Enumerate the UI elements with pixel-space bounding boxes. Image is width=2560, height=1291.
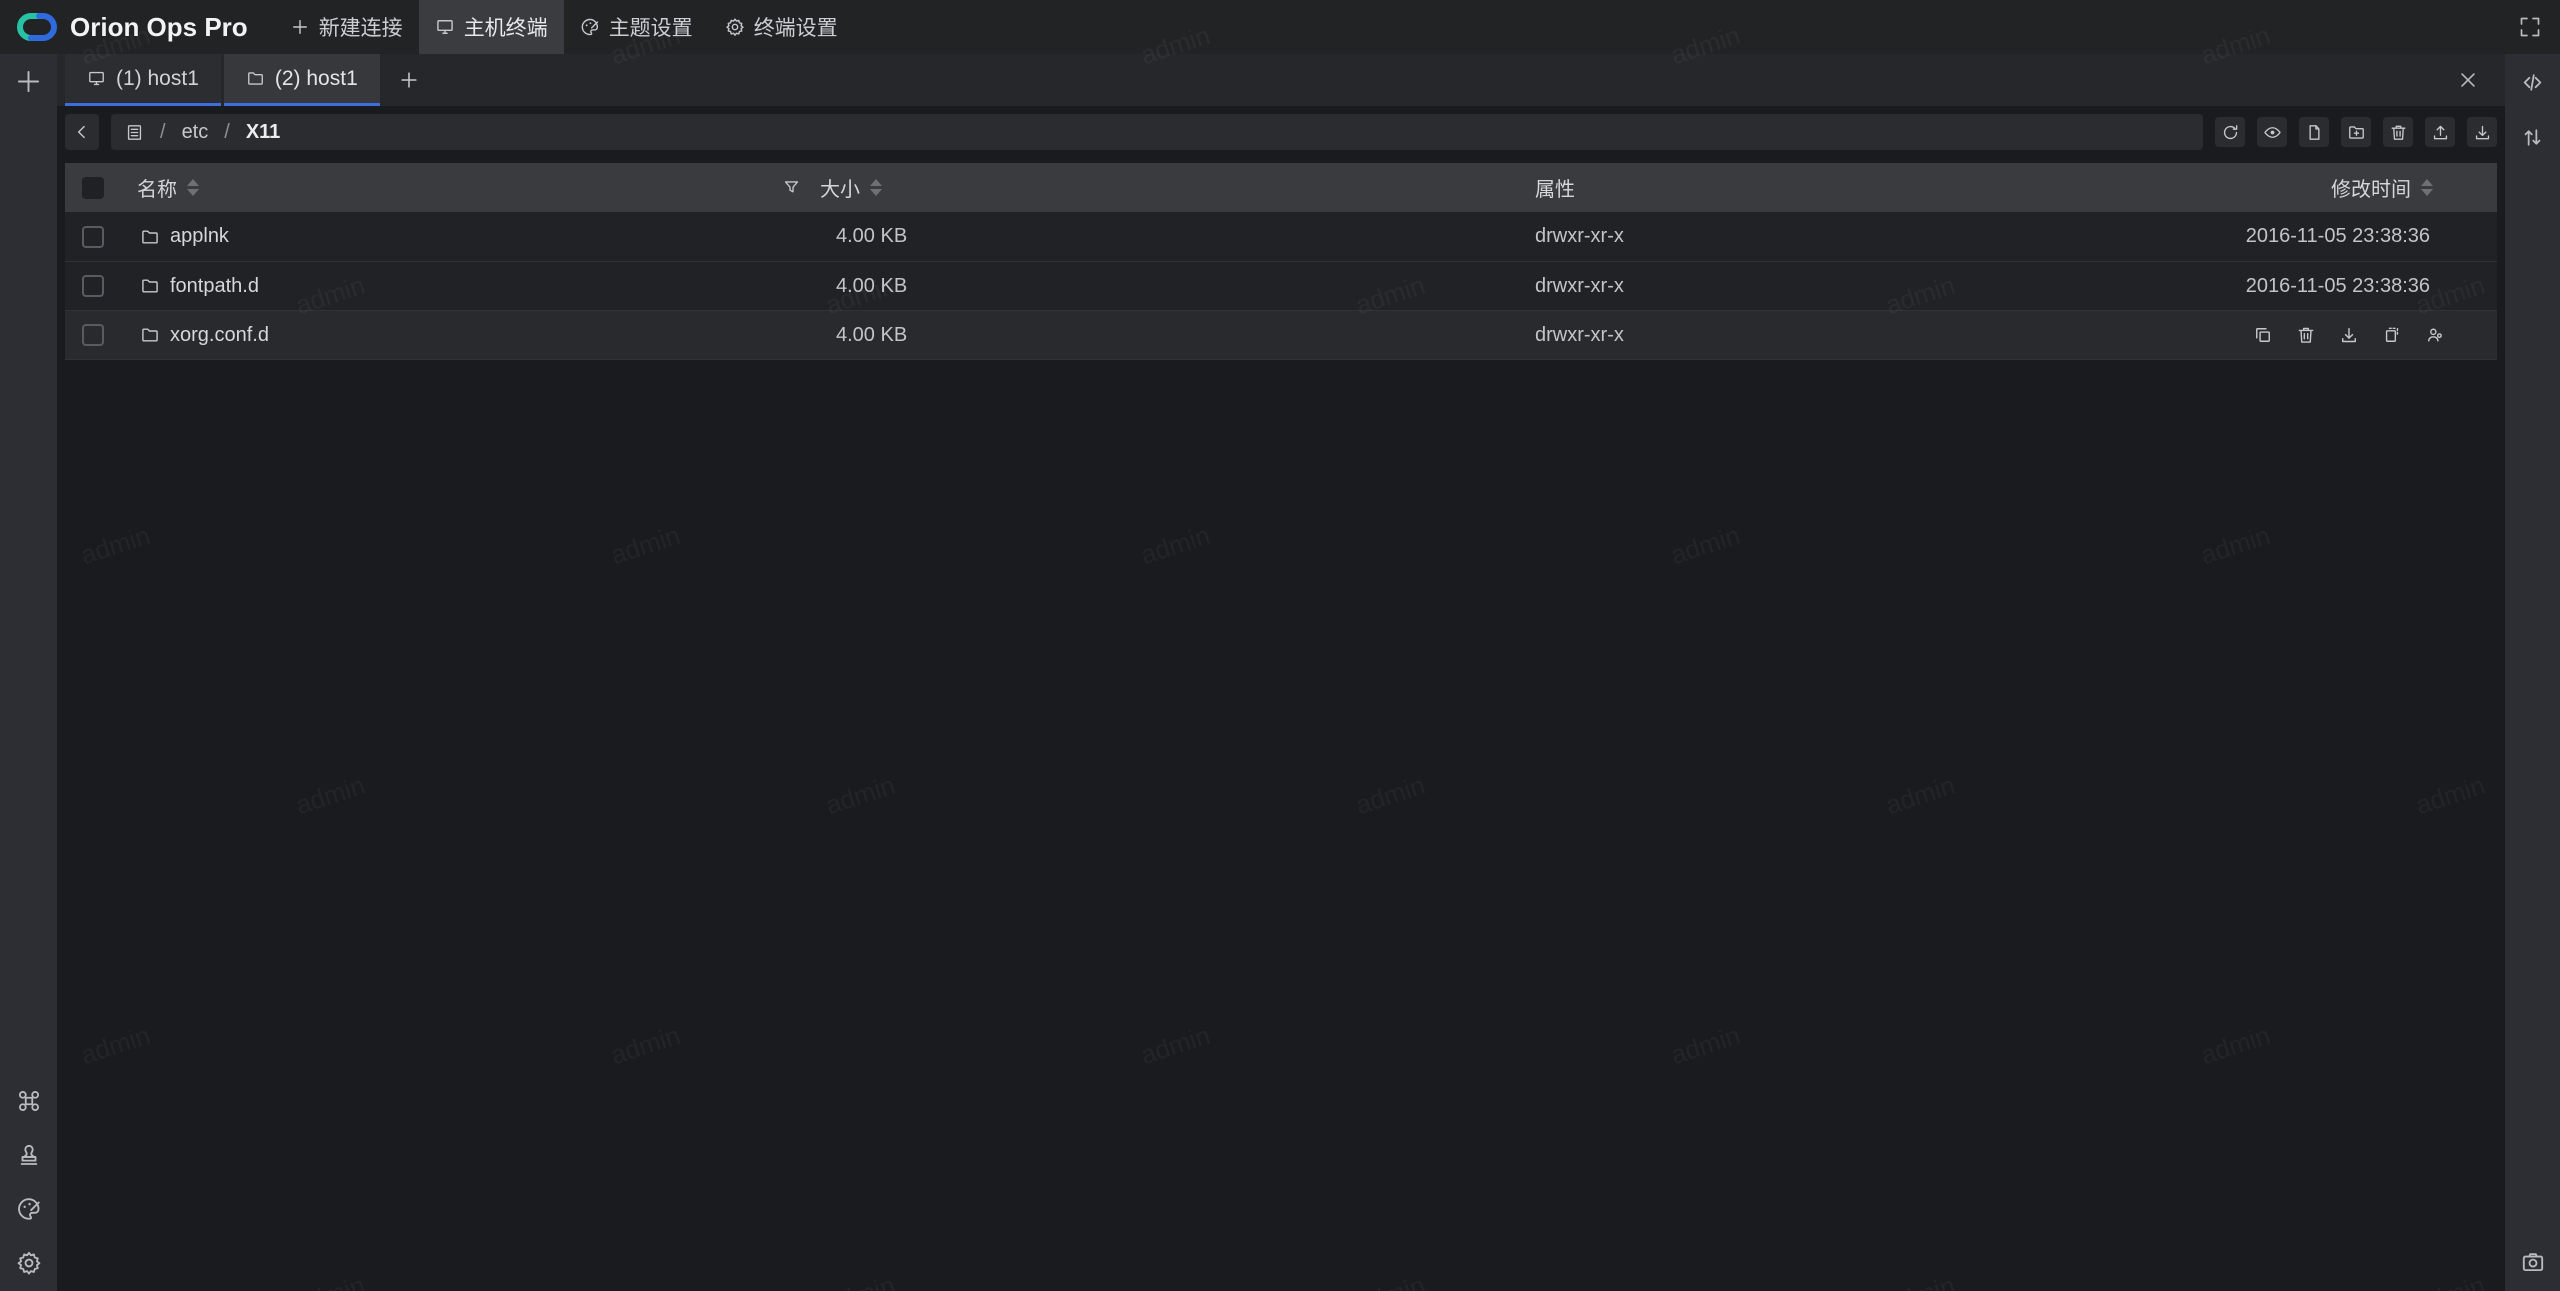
brand: Orion Ops Pro <box>0 0 274 54</box>
breadcrumb-separator: / <box>160 121 166 144</box>
file-name[interactable]: applnk <box>170 225 229 248</box>
column-header-attr: 属性 <box>1535 173 1575 202</box>
list-icon <box>125 123 144 142</box>
menu-item-label: 终端设置 <box>754 12 838 42</box>
add-session-icon[interactable] <box>15 68 42 95</box>
file-table: 名称 大小 属性 修改时间 <box>65 163 2497 360</box>
fullscreen-icon[interactable] <box>2518 15 2542 39</box>
new-folder-button[interactable] <box>2341 117 2371 147</box>
upload-button[interactable] <box>2425 117 2455 147</box>
tab-terminal-host1[interactable]: (1) host1 <box>65 54 221 106</box>
settings-gear-icon[interactable] <box>16 1250 42 1276</box>
download-button[interactable] <box>2467 117 2497 147</box>
row-actions <box>2253 311 2445 359</box>
menu-item-terminal-settings[interactable]: 终端设置 <box>709 0 854 54</box>
move-copy-icon[interactable] <box>2382 325 2402 345</box>
sort-mtime-icon[interactable] <box>2421 179 2433 196</box>
row-checkbox[interactable] <box>82 324 104 346</box>
breadcrumb-segment-x11[interactable]: X11 <box>246 121 280 144</box>
file-mtime: 2016-11-05 23:38:36 <box>2246 225 2430 248</box>
menu-item-label: 主题设置 <box>609 12 693 42</box>
show-hidden-eye-button[interactable] <box>2257 117 2287 147</box>
session-tabbar: (1) host1 (2) host1 <box>57 54 2505 106</box>
column-header-mtime[interactable]: 修改时间 <box>2331 173 2411 202</box>
file-mtime: 2016-11-05 23:38:36 <box>2246 275 2430 298</box>
menu-item-host-terminal[interactable]: 主机终端 <box>419 0 564 54</box>
filter-icon[interactable] <box>782 178 801 197</box>
menu-item-theme-settings[interactable]: 主题设置 <box>564 0 709 54</box>
tab-label: (1) host1 <box>116 67 199 91</box>
left-sidebar <box>0 54 57 1291</box>
file-name[interactable]: xorg.conf.d <box>170 324 269 347</box>
select-all-checkbox[interactable] <box>82 177 104 199</box>
column-header-size[interactable]: 大小 <box>820 173 860 202</box>
sort-name-icon[interactable] <box>187 179 199 196</box>
file-name[interactable]: fontpath.d <box>170 275 259 298</box>
file-toolbar <box>2215 117 2497 147</box>
table-row-xorg-conf-d[interactable]: xorg.conf.d 4.00 KB drwxr-xr-x <box>65 310 2497 359</box>
new-tab-button[interactable] <box>383 54 435 106</box>
tab-label: (2) host1 <box>275 67 358 91</box>
code-view-icon[interactable] <box>2520 70 2545 95</box>
monitor-icon <box>435 17 455 37</box>
table-body: applnk 4.00 KB drwxr-xr-x 2016-11-05 23:… <box>65 212 2497 360</box>
top-navbar: Orion Ops Pro 新建连接 主机终端 主题设置 终端设置 <box>0 0 2560 54</box>
close-pane-icon[interactable] <box>2457 69 2479 91</box>
menu-item-label: 新建连接 <box>319 12 403 42</box>
download-icon[interactable] <box>2339 325 2359 345</box>
breadcrumb-separator: / <box>224 121 230 144</box>
table-row-applnk[interactable]: applnk 4.00 KB drwxr-xr-x 2016-11-05 23:… <box>65 212 2497 261</box>
file-size: 4.00 KB <box>836 324 907 347</box>
menu-item-new-connection[interactable]: 新建连接 <box>274 0 419 54</box>
menu-item-label: 主机终端 <box>464 12 548 42</box>
back-button[interactable] <box>65 114 99 150</box>
monitor-icon <box>87 69 106 88</box>
file-size: 4.00 KB <box>836 225 907 248</box>
plus-icon <box>398 69 420 91</box>
delete-trash-icon[interactable] <box>2296 325 2316 345</box>
main-menu: 新建连接 主机终端 主题设置 终端设置 <box>274 0 854 54</box>
tab-sftp-host1[interactable]: (2) host1 <box>224 54 380 106</box>
screenshot-camera-icon[interactable] <box>2520 1249 2546 1275</box>
row-checkbox[interactable] <box>82 226 104 248</box>
folder-icon <box>140 276 160 296</box>
file-attr: drwxr-xr-x <box>1535 275 1624 298</box>
file-attr: drwxr-xr-x <box>1535 324 1624 347</box>
folder-icon <box>140 325 160 345</box>
command-shortcut-icon[interactable] <box>16 1088 42 1114</box>
sort-size-icon[interactable] <box>870 179 882 196</box>
app-logo <box>16 10 58 44</box>
folder-icon <box>140 227 160 247</box>
new-file-button[interactable] <box>2299 117 2329 147</box>
snippet-stamp-icon[interactable] <box>16 1142 42 1168</box>
chevron-left-icon <box>72 122 92 142</box>
main-area: (1) host1 (2) host1 <box>57 54 2505 1291</box>
file-size: 4.00 KB <box>836 275 907 298</box>
breadcrumb[interactable]: / etc / X11 <box>111 114 2203 150</box>
copy-path-icon[interactable] <box>2253 325 2273 345</box>
delete-trash-button[interactable] <box>2383 117 2413 147</box>
file-attr: drwxr-xr-x <box>1535 225 1624 248</box>
transfer-sort-icon[interactable] <box>2520 125 2545 150</box>
palette-icon <box>580 17 600 37</box>
permissions-user-icon[interactable] <box>2425 325 2445 345</box>
folder-icon <box>246 69 265 88</box>
row-checkbox[interactable] <box>82 275 104 297</box>
right-sidebar <box>2505 54 2560 1291</box>
gear-icon <box>725 17 745 37</box>
theme-palette-icon[interactable] <box>16 1196 42 1222</box>
breadcrumb-segment-etc[interactable]: etc <box>182 121 209 144</box>
plus-icon <box>290 17 310 37</box>
table-header-row: 名称 大小 属性 修改时间 <box>65 163 2497 212</box>
table-row-fontpath-d[interactable]: fontpath.d 4.00 KB drwxr-xr-x 2016-11-05… <box>65 261 2497 310</box>
column-header-name[interactable]: 名称 <box>137 173 177 202</box>
app-title: Orion Ops Pro <box>70 12 248 43</box>
refresh-button[interactable] <box>2215 117 2245 147</box>
path-toolbar: / etc / X11 <box>65 114 2497 150</box>
